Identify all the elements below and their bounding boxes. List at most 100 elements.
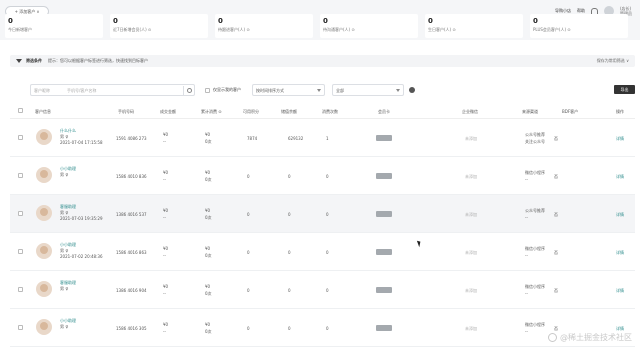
stat-card[interactable]: 0 待跟进客户(人) ⊙ <box>215 14 313 38</box>
detail-link[interactable]: 详情 <box>616 136 624 142</box>
source: 微信小程序 <box>525 170 545 175</box>
col-phone: 手机号码 <box>118 109 134 114</box>
points: 0 <box>247 288 250 293</box>
col-count: 消费次数 <box>322 109 338 114</box>
stat-card[interactable]: 0 待沟通客户(人) ⊙ <box>320 14 418 38</box>
select-all-checkbox[interactable] <box>18 108 23 113</box>
stat-card[interactable]: 0 生日客户(人) ⊙ <box>425 14 523 38</box>
row-checkbox[interactable] <box>18 173 23 178</box>
table-row[interactable]: 小小助理 男 ♀ 1586 4016 305 ¥0 -- ¥0 0次 0 0 0… <box>10 309 635 347</box>
saved-filters-dropdown[interactable]: 保存为常用筛选 ∨ <box>597 58 629 64</box>
watermark: @稀土掘金技术社区 <box>548 332 632 343</box>
points: 0 <box>247 326 250 331</box>
phone: 1586 4016 863 <box>116 250 147 255</box>
member-card-tag <box>376 173 392 179</box>
balance: 0 <box>288 212 291 217</box>
col-actions: 操作 <box>616 109 624 114</box>
stat-card[interactable]: 0 今日新增客户 <box>5 14 103 38</box>
table-row[interactable]: 客服助理 男 ♀ 2021-07-03 19:35:29 1386 4016 5… <box>10 195 635 233</box>
source-sub: -- <box>525 291 528 296</box>
total-paid: ¥0 <box>205 132 211 137</box>
total-paid: ¥0 <box>205 208 211 213</box>
filter-tip-bar: 筛选条件 提示：您可以根据客户标签进行筛选，快速找到目标客户 保存为常用筛选 ∨ <box>10 55 635 67</box>
row-checkbox[interactable] <box>18 325 23 330</box>
stat-value: 0 <box>218 17 223 25</box>
table-row[interactable]: 什么什么 男 ♀ 2021-07-04 17:15:58 1591 4086 2… <box>10 119 635 157</box>
consume-count: 0 <box>326 326 329 331</box>
table-row[interactable]: 客服助理 男 ♀ 1386 4016 904 ¥0 -- ¥0 0次 0 0 0… <box>10 271 635 309</box>
deal-sub: -- <box>163 215 166 220</box>
corp-wechat: 未添加 <box>465 288 477 293</box>
avatar <box>36 167 52 183</box>
col-deal-amount: 成交金额 <box>160 109 176 114</box>
avatar <box>36 243 52 259</box>
stat-label: 今日新增客户 <box>8 27 32 32</box>
row-checkbox[interactable] <box>18 249 23 254</box>
row-checkbox[interactable] <box>18 135 23 140</box>
my-customers-label: 仅显示我的客户 <box>213 87 241 92</box>
source-sub: 关注公众号 <box>525 139 545 144</box>
deal-amount: ¥0 <box>163 170 169 175</box>
source-sub: -- <box>525 329 528 334</box>
row-checkbox[interactable] <box>18 287 23 292</box>
source: 公众号推荐 <box>525 132 545 137</box>
table-row[interactable]: 小小助理 男 ♀ 1586 4010 836 ¥0 -- ¥0 0次 0 0 0… <box>10 157 635 195</box>
detail-link[interactable]: 详情 <box>616 250 624 256</box>
paid-count: 0次 <box>205 177 212 182</box>
my-customers-filter[interactable]: 仅显示我的客户 <box>205 87 241 93</box>
export-button[interactable]: 导出 <box>614 85 635 94</box>
stat-card[interactable]: 0 近7日新增会员(人) ⊙ <box>110 14 208 38</box>
detail-link[interactable]: 详情 <box>616 212 624 218</box>
detail-link[interactable]: 详情 <box>616 174 624 180</box>
member-card-tag <box>376 211 392 217</box>
filter-title: 筛选条件 <box>26 58 42 63</box>
search-input[interactable]: 客户昵称 手机号/客户名称 <box>30 84 195 96</box>
sort-select[interactable]: 按时间排序方式 <box>252 84 325 96</box>
stat-label: PLUS会员客户(人) ⊙ <box>533 27 571 32</box>
balance: 0 <box>288 174 291 179</box>
customer-gender: 男 ♀ <box>60 172 69 177</box>
sort-select-value: 按时间排序方式 <box>256 88 284 93</box>
points: 0 <box>247 174 250 179</box>
phone: 1591 4086 273 <box>116 136 147 141</box>
paid-count: 0次 <box>205 329 212 334</box>
detail-link[interactable]: 详情 <box>616 288 624 294</box>
paid-count: 0次 <box>205 139 212 144</box>
stats-row: 0 今日新增客户 0 近7日新增会员(人) ⊙ 0 待跟进客户(人) ⊙ 0 待沟通客户… <box>5 14 628 38</box>
row-checkbox[interactable] <box>18 211 23 216</box>
filter-tip-text: 提示：您可以根据客户标签进行筛选，快速找到目标客户 <box>48 58 148 63</box>
member-card-tag <box>376 249 392 255</box>
col-source: 来源渠道 <box>522 109 538 114</box>
total-paid: ¥0 <box>205 170 211 175</box>
help-icon[interactable] <box>409 87 415 93</box>
paid-count: 0次 <box>205 253 212 258</box>
table-header: 客户信息 手机号码 成交金额 累计消费 ⊙ 可用积分 储值余额 消费次数 会员卡… <box>10 103 635 119</box>
total-paid: ¥0 <box>205 284 211 289</box>
bdf-customer: 否 <box>554 288 558 293</box>
deal-amount: ¥0 <box>163 322 169 327</box>
deal-sub: -- <box>163 139 166 144</box>
type-select[interactable]: 全部 <box>332 84 404 96</box>
chevron-down-icon <box>396 89 400 92</box>
member-card-tag <box>376 135 392 141</box>
stat-label: 待沟通客户(人) ⊙ <box>323 27 355 32</box>
avatar <box>36 319 52 335</box>
search-button[interactable] <box>183 86 194 95</box>
consume-count: 0 <box>326 174 329 179</box>
stat-value: 0 <box>113 17 118 25</box>
balance: 0 <box>288 250 291 255</box>
stat-card[interactable]: 0 PLUS会员客户(人) ⊙ <box>530 14 628 38</box>
my-customers-checkbox[interactable] <box>205 87 210 93</box>
search-placeholder-secondary: 手机号/客户名称 <box>67 88 97 93</box>
bdf-customer: 否 <box>554 250 558 255</box>
filter-icon[interactable] <box>16 59 22 63</box>
type-select-value: 全部 <box>336 88 344 93</box>
deal-amount: ¥0 <box>163 284 169 289</box>
table-row[interactable]: 小小助理 男 ♀ 2021-07-02 20:48:36 1586 4016 8… <box>10 233 635 271</box>
balance: 0 <box>288 326 291 331</box>
deal-sub: -- <box>163 291 166 296</box>
stat-label: 近7日新增会员(人) ⊙ <box>113 27 152 32</box>
source: 微信小程序 <box>525 322 545 327</box>
bdf-customer: 否 <box>554 136 558 141</box>
balance: 629132 <box>288 136 304 141</box>
